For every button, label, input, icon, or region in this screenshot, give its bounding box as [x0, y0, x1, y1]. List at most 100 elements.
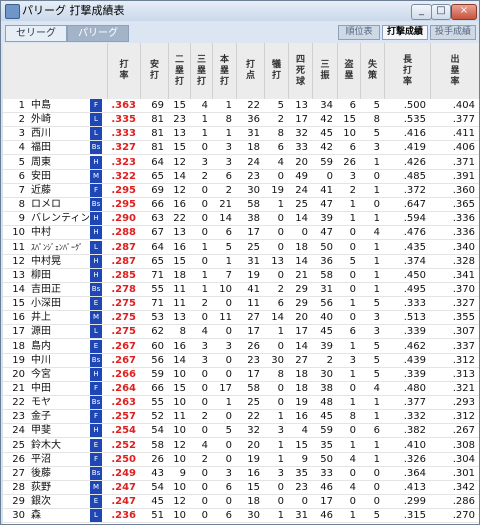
header-char: 失 [367, 60, 377, 70]
stat-cell-sb: 0 [349, 467, 356, 479]
stat-cell-sb: 1 [349, 199, 356, 211]
stat-cell-avg: .266 [111, 368, 136, 380]
stat-cell-slg: .485 [403, 170, 426, 182]
player-name-cell: 西川 [31, 128, 51, 140]
stat-cell-d2: 22 [173, 213, 186, 225]
rank-cell: 30 [12, 510, 25, 522]
table-row[interactable]: 5 周東 H .323 64 12 3 3 24 4 20 59 26 1 .426 .371 [3, 155, 479, 170]
header-walks[interactable]: 四死球 [288, 43, 312, 99]
tab-pitching-stats[interactable]: 投手成績 [430, 25, 476, 40]
header-slugging[interactable]: 長打率 [384, 43, 430, 99]
stat-cell-sh: 0 [277, 340, 284, 352]
table-row[interactable]: 1 中島 F .363 69 15 4 1 22 5 13 34 6 5 .500 .404 [3, 99, 479, 113]
stat-cell-bb: 23 [295, 482, 308, 494]
stat-cell-sh: 8 [277, 128, 284, 140]
tab-standings[interactable]: 順位表 [338, 25, 380, 40]
stat-cell-avg: .275 [111, 298, 136, 310]
table-row[interactable]: 10 中村 H .288 67 13 0 6 17 0 0 47 0 4 .476 .336 [3, 226, 479, 241]
stat-cell-d2: 23 [173, 114, 186, 126]
stat-cell-e: 1 [373, 213, 380, 225]
tab-pacific-league[interactable]: パリーグ [67, 25, 129, 42]
stat-cell-slg: .339 [403, 368, 426, 380]
stat-cell-hr: 5 [225, 425, 232, 437]
header-char: 死 [295, 65, 305, 76]
tab-central-league[interactable]: セリーグ [5, 25, 67, 42]
stat-cell-avg: .278 [111, 283, 136, 295]
table-row[interactable]: 13 柳田 H .285 71 18 1 7 19 0 21 58 0 1 .450 .341 [3, 268, 479, 283]
stat-cell-d3: 4 [201, 100, 208, 111]
stat-cell-obp: .404 [452, 100, 475, 111]
team-badge: L [90, 240, 102, 254]
stat-cell-sb: 6 [349, 142, 356, 154]
stat-cell-rbi: 17 [247, 368, 260, 380]
table-row[interactable]: 21 中田 F .264 66 15 0 17 58 0 18 38 0 4 .480 .321 [3, 382, 479, 396]
table-row[interactable]: 22 モヤ Bs .263 55 10 0 1 25 0 19 48 1 1 .377 .293 [3, 396, 479, 411]
team-badge: E [90, 495, 102, 509]
table-row[interactable]: 16 井上 M .275 53 13 0 11 27 14 20 40 0 3 .513 .355 [3, 311, 479, 326]
stat-cell-d2: 10 [173, 368, 186, 380]
table-row[interactable]: 8 ロメロ Bs .295 66 16 0 21 58 1 25 47 1 0 .647 .365 [3, 198, 479, 213]
table-row[interactable]: 17 源田 L .275 62 8 4 0 17 1 17 45 6 3 .339 .307 [3, 325, 479, 340]
stat-cell-hr: 5 [225, 241, 232, 253]
stat-cell-d2: 15 [173, 255, 186, 267]
stat-cell-so: 33 [320, 467, 333, 479]
table-row[interactable]: 11 ｽﾊﾟﾝｼﾞｪﾝﾊﾞｰｸﾞ L .287 64 16 1 5 25 0 18 50 0 1 .435.… [3, 240, 479, 255]
table-row[interactable]: 20 今宮 H .266 59 10 0 0 17 8 18 30 1 5 .339 .313 [3, 367, 479, 382]
title-bar[interactable]: パリーグ 打撃成績表 _ □ × [1, 1, 479, 21]
header-triple[interactable]: 三塁打 [190, 43, 212, 99]
stats-table[interactable]: 1 中島 F .363 69 15 4 1 22 5 13 34 6 5.500.404 2 外崎 L .335 8… [3, 99, 479, 524]
stat-cell-so: 56 [320, 298, 333, 310]
table-row[interactable]: 15 小深田 E .275 71 11 2 0 11 6 29 56 1 5.333.327 [3, 297, 479, 312]
header-rbi[interactable]: 打点 [236, 43, 264, 99]
table-row[interactable]: 7 近藤 F .295 69 12 0 2 30 19 24 41 2 1 .372 .360 [3, 183, 479, 198]
table-row[interactable]: 14 吉田正 Bs .278 55 11 1 10 41 2 29 31 0 1.495.370 [3, 282, 479, 297]
tab-batting-stats[interactable]: 打撃成績 [382, 25, 428, 40]
maximize-button[interactable]: □ [431, 4, 451, 20]
header-strikeouts[interactable]: 三振 [312, 43, 337, 99]
table-row[interactable]: 25 鈴木大 E .252 58 12 4 0 20 1 15 35 1 1 .410 .308 [3, 438, 479, 453]
stat-cell-so: 50 [320, 241, 333, 253]
header-hits[interactable]: 安打 [140, 43, 168, 99]
table-row[interactable]: 19 中川 Bs .267 56 14 3 0 23 30 27 2 3 5.439.312 [3, 353, 479, 368]
header-sacrifice[interactable]: 犠打 [264, 43, 288, 99]
header-obp[interactable]: 出塁率 [430, 43, 479, 99]
stat-cell-sb: 1 [349, 213, 356, 225]
table-row[interactable]: 27 後藤 Bs .249 43 9 0 3 16 3 35 33 0 0 .364 .301 [3, 466, 479, 481]
stat-cell-sh: 2 [277, 283, 284, 295]
table-row[interactable]: 4 福田 Bs .327 81 15 0 3 18 6 33 42 6 3 .419 .406 [3, 141, 479, 156]
header-steals[interactable]: 盗塁 [337, 43, 360, 99]
stat-cell-sh: 0 [277, 383, 284, 394]
table-row[interactable]: 23 金子 F .257 52 11 2 0 22 1 16 45 8 1 .332 .312 [3, 410, 479, 425]
table-row[interactable]: 30 森 L .236 51 10 0 6 30 1 31 46 1 5 .315 .270 [3, 509, 479, 524]
stat-cell-d3: 3 [201, 156, 208, 168]
table-row[interactable]: 26 平沼 F .250 26 10 2 0 19 1 9 50 4 1.326.304 [3, 452, 479, 467]
table-row[interactable]: 24 甲斐 H .254 54 10 0 5 32 3 4 59 0 6 .382 .267 [3, 424, 479, 439]
stat-cell-h: 55 [151, 397, 164, 409]
stat-cell-d3: 0 [201, 199, 208, 211]
table-row[interactable]: 28 荻野 M .247 54 10 0 6 15 0 23 46 4 0 .413 .342 [3, 481, 479, 496]
close-button[interactable]: × [451, 4, 477, 20]
table-row[interactable]: 12 中村晃 H .287 65 15 0 1 31 13 14 36 5 1 .374 .328 [3, 254, 479, 269]
rank-cell: 6 [18, 170, 25, 182]
minimize-button[interactable]: _ [411, 4, 432, 20]
table-row[interactable]: 6 安田 M .322 65 14 2 6 23 0 49 0 3 0 .485 .391 [3, 169, 479, 184]
table-row[interactable]: 29 銀次 E .247 45 12 0 0 18 0 0 17 0 0 .299 .286 [3, 495, 479, 510]
stat-cell-sb: 3 [349, 354, 356, 366]
table-row[interactable]: 3 西川 L .333 81 13 1 1 31 8 32 45 10 5.416.411 [3, 127, 479, 142]
rank-cell: 13 [12, 269, 25, 281]
header-avg[interactable]: 打率 [107, 43, 140, 99]
player-name-cell: 荻野 [31, 482, 51, 494]
stat-cell-so: 0 [326, 170, 333, 182]
stat-cell-e: 4 [373, 227, 380, 239]
stat-cell-obp: .406 [452, 142, 475, 154]
table-row[interactable]: 2 外崎 L .335 81 23 1 8 36 2 17 42 15 8 .535 .377 [3, 113, 479, 128]
stat-cell-slg: .462 [403, 340, 426, 352]
stat-cell-sh: 19 [271, 184, 284, 196]
table-row[interactable]: 18 島内 E .267 60 16 3 3 26 0 14 39 1 5 .462 .337 [3, 339, 479, 354]
header-errors[interactable]: 失策 [360, 43, 384, 99]
header-homerun[interactable]: 本塁打 [212, 43, 236, 99]
table-row[interactable]: 9 バレンティン H .290 63 22 0 14 38 0 14 39 1 1 .594 .336 [3, 212, 479, 227]
header-double[interactable]: 二塁打 [168, 43, 190, 99]
player-name-cell: 森 [31, 510, 41, 522]
stat-cell-avg: .249 [111, 467, 136, 479]
